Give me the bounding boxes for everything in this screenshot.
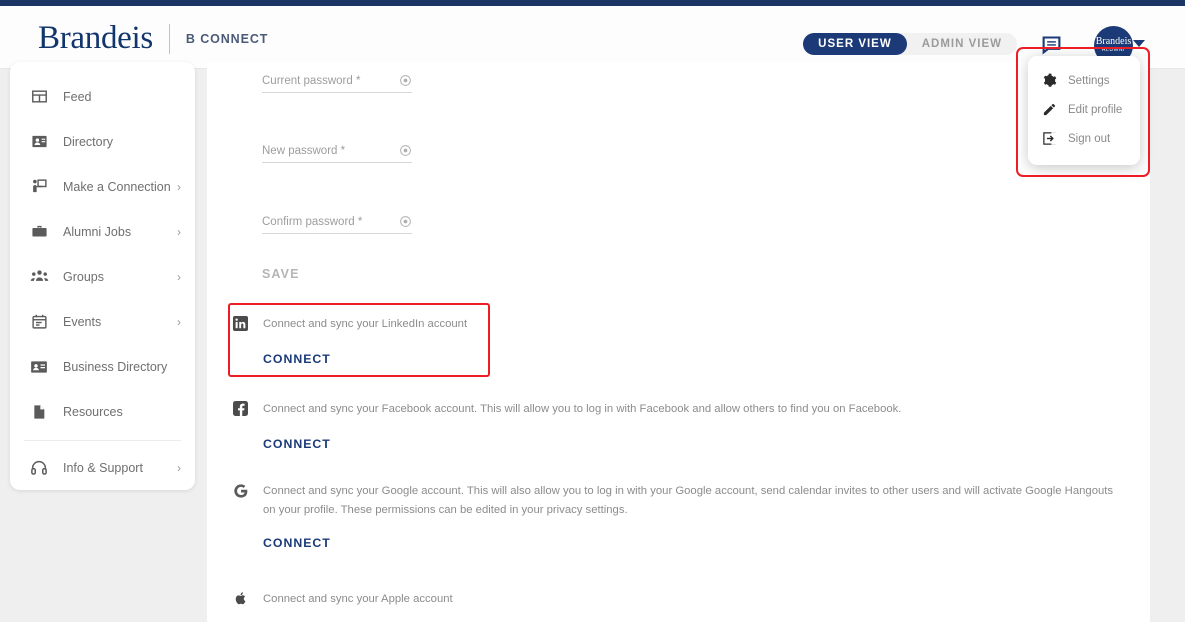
sidebar-item-directory[interactable]: Directory [10, 119, 195, 164]
sidebar-nav: Feed Directory Make a Connection › Alumn… [10, 62, 195, 490]
confirm-password-field[interactable]: Confirm password * [262, 215, 412, 234]
chevron-down-icon[interactable] [1133, 40, 1145, 47]
sidebar-item-make-a-connection-label: Make a Connection [63, 179, 171, 194]
sidebar-item-feed[interactable]: Feed [10, 74, 195, 119]
apple-description: Connect and sync your Apple account [263, 593, 453, 605]
sidebar-divider [24, 440, 181, 441]
current-password-label: Current password * [262, 75, 361, 87]
chevron-right-icon: › [177, 179, 181, 194]
user-view-tab[interactable]: USER VIEW [803, 33, 907, 55]
sidebar-item-events-label: Events [63, 314, 102, 329]
make-connection-icon [28, 178, 50, 195]
facebook-account-row: Connect and sync your Facebook account. … [233, 400, 1113, 451]
sidebar-item-make-a-connection[interactable]: Make a Connection › [10, 164, 195, 209]
sidebar-item-groups[interactable]: Groups › [10, 254, 195, 299]
directory-card-icon [28, 133, 50, 150]
apple-icon [233, 591, 249, 611]
linkedin-row-highlight-annotation [228, 303, 490, 377]
facebook-icon [233, 401, 249, 421]
sidebar-item-directory-label: Directory [63, 134, 114, 149]
brand-divider [168, 23, 170, 54]
chevron-right-icon: › [177, 269, 181, 284]
eye-visibility-icon[interactable] [399, 74, 412, 87]
confirm-password-label: Confirm password * [262, 216, 363, 228]
sidebar-item-info-and-support-label: Info & Support [63, 460, 143, 475]
sidebar-item-business-directory-label: Business Directory [63, 359, 168, 374]
google-icon [233, 483, 249, 504]
admin-view-tab[interactable]: ADMIN VIEW [907, 33, 1017, 55]
headset-icon [28, 459, 50, 477]
calendar-icon [28, 313, 50, 330]
sidebar-item-resources-label: Resources [63, 404, 123, 419]
sidebar-item-alumni-jobs[interactable]: Alumni Jobs › [10, 209, 195, 254]
facebook-connect-button[interactable]: CONNECT [263, 437, 1113, 451]
sidebar-item-alumni-jobs-label: Alumni Jobs [63, 224, 132, 239]
eye-visibility-icon[interactable] [399, 144, 412, 157]
sidebar-item-resources[interactable]: Resources [10, 389, 195, 434]
sidebar-item-feed-label: Feed [63, 89, 92, 104]
app-header: Brandeis B CONNECT USER VIEW ADMIN VIEW … [0, 6, 1185, 69]
profile-menu-highlight-annotation [1016, 47, 1150, 177]
view-mode-toggle[interactable]: USER VIEW ADMIN VIEW [803, 33, 1017, 55]
chevron-right-icon: › [177, 314, 181, 329]
current-password-field[interactable]: Current password * [262, 74, 412, 93]
new-password-field[interactable]: New password * [262, 144, 412, 163]
eye-visibility-icon[interactable] [399, 215, 412, 228]
briefcase-icon [28, 223, 50, 240]
sidebar-item-groups-label: Groups [63, 269, 104, 284]
groups-icon [28, 267, 50, 286]
document-icon [28, 404, 50, 420]
new-password-label: New password * [262, 145, 346, 157]
google-description: Connect and sync your Google account. Th… [263, 485, 1114, 516]
sidebar-item-business-directory[interactable]: Business Directory [10, 344, 195, 389]
chevron-right-icon: › [177, 224, 181, 239]
facebook-description: Connect and sync your Facebook account. … [263, 403, 902, 415]
app-root: Brandeis B CONNECT USER VIEW ADMIN VIEW … [0, 0, 1185, 622]
google-connect-button[interactable]: CONNECT [263, 536, 1123, 550]
brand-block[interactable]: Brandeis B CONNECT [38, 20, 268, 57]
save-button[interactable]: SAVE [262, 267, 300, 281]
sidebar-item-info-and-support[interactable]: Info & Support › [10, 445, 195, 490]
sidebar-item-events[interactable]: Events › [10, 299, 195, 344]
feed-icon [28, 88, 50, 105]
business-card-icon [28, 358, 50, 376]
apple-account-row: Connect and sync your Apple account [233, 590, 873, 611]
avatar-line-1: Brandeis [1095, 36, 1132, 47]
google-account-row: Connect and sync your Google account. Th… [233, 482, 1123, 550]
chevron-right-icon: › [177, 460, 181, 475]
brandeis-wordmark: Brandeis [38, 20, 153, 56]
bconnect-label: B CONNECT [185, 31, 269, 46]
